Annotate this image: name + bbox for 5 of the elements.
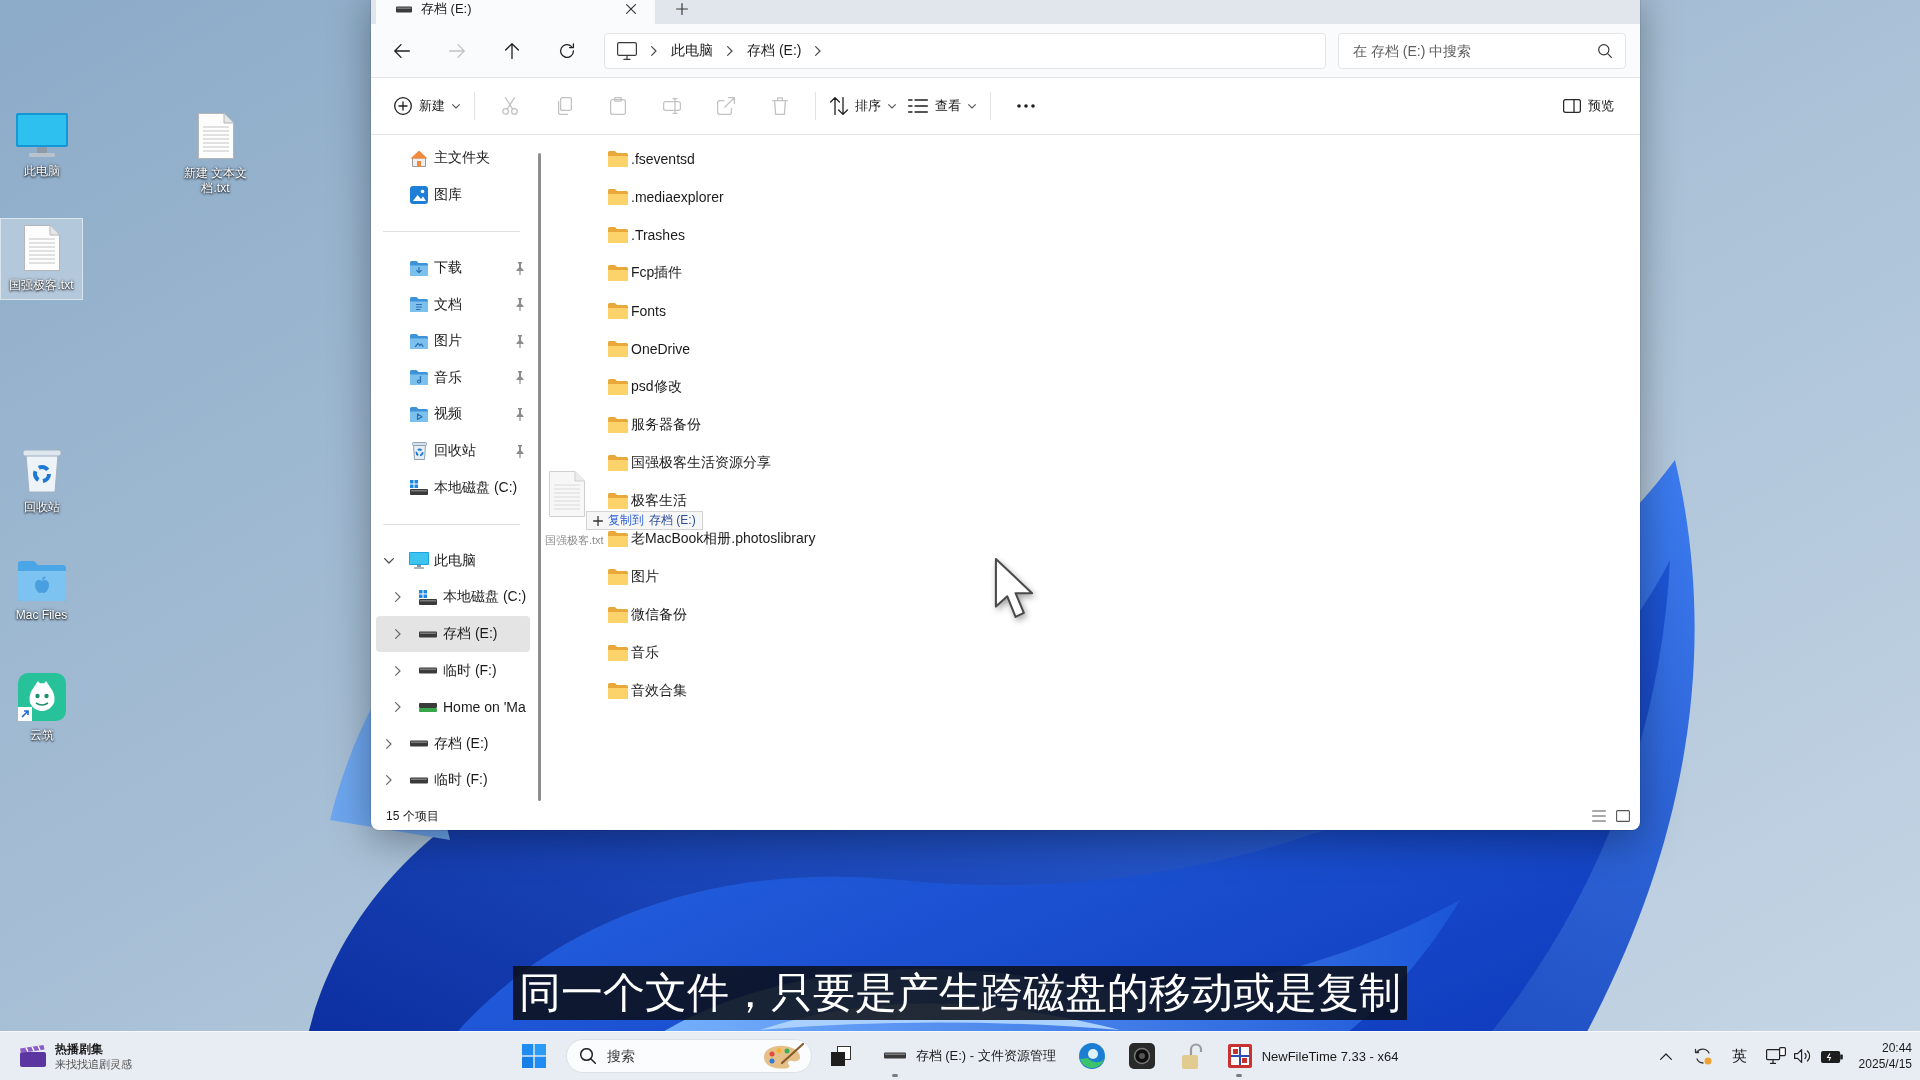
drag-file-label: 国强极客.txt bbox=[545, 533, 604, 547]
drag-action-text: 复制到 bbox=[608, 512, 644, 529]
item-count-text: 15 个项目 bbox=[386, 807, 439, 825]
subtitle-caption: 同一个文件，只要是产生跨磁盘的移动或是复制 bbox=[513, 966, 1407, 1020]
drag-target-text: 存档 (E:) bbox=[649, 512, 696, 529]
